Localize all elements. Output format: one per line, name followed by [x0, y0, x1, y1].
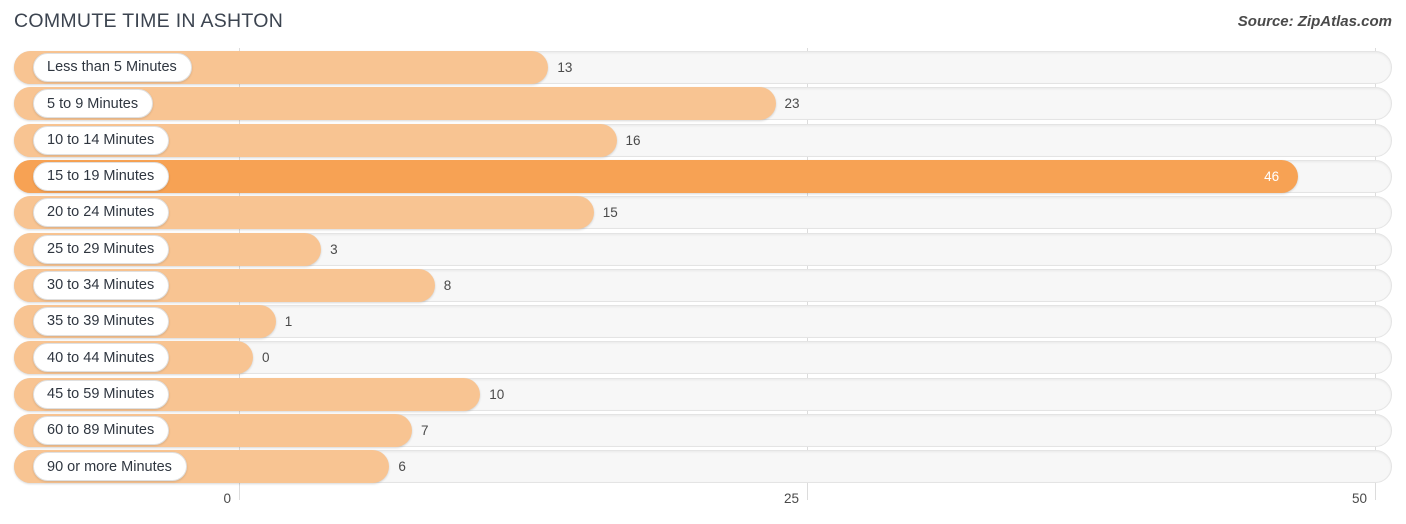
bar-category-label-text: 30 to 34 Minutes	[47, 277, 155, 294]
axis-tick	[1375, 486, 1376, 500]
bar-category-label-text: 60 to 89 Minutes	[47, 422, 155, 439]
bar[interactable]	[14, 159, 1299, 193]
bar-category-label-text: 5 to 9 Minutes	[47, 95, 139, 112]
bar-category-label: 5 to 9 Minutes	[33, 89, 154, 119]
bar-row[interactable]: 90 or more Minutes 6	[0, 450, 1406, 484]
page-title: COMMUTE TIME IN ASHTON	[14, 10, 284, 32]
bar-category-label-text: 40 to 44 Minutes	[47, 349, 155, 366]
bar-value-label: 13	[557, 60, 573, 75]
axis-tick-label: 0	[223, 491, 231, 506]
bar-row[interactable]: 20 to 24 Minutes 15	[0, 196, 1406, 230]
bar-value-label: 46	[1264, 168, 1280, 184]
bar-category-label: Less than 5 Minutes	[33, 53, 192, 82]
axis-tick	[239, 486, 240, 500]
bar-row[interactable]: 25 to 29 Minutes 3	[0, 232, 1406, 266]
bar-value-label: 7	[421, 423, 429, 438]
bar-category-label-text: 45 to 59 Minutes	[47, 385, 155, 402]
bar-category-label-text: Less than 5 Minutes	[47, 59, 177, 76]
bar-category-label-text: 10 to 14 Minutes	[47, 131, 155, 148]
bar-category-label: 20 to 24 Minutes	[33, 198, 170, 228]
bar-category-label: 90 or more Minutes	[33, 452, 187, 482]
bar-category-label: 30 to 34 Minutes	[33, 270, 170, 300]
chart-page: COMMUTE TIME IN ASHTON Source: ZipAtlas.…	[0, 0, 1406, 524]
bar-category-label: 60 to 89 Minutes	[33, 416, 170, 445]
bar-value-label: 6	[398, 459, 406, 475]
bar-row[interactable]: 5 to 9 Minutes 23	[0, 87, 1406, 121]
bar-value-label: 15	[602, 205, 618, 221]
bar-value-label: 10	[489, 386, 505, 402]
bar-row[interactable]: 45 to 59 Minutes 10	[0, 377, 1406, 411]
bar-category-label: 35 to 39 Minutes	[33, 307, 170, 337]
x-axis: 0 25 50	[0, 486, 1406, 524]
bar-category-label-text: 90 or more Minutes	[47, 458, 172, 475]
bar-value-label: 0	[262, 350, 270, 366]
bar-row[interactable]: 40 to 44 Minutes 0	[0, 341, 1406, 375]
bar-value-label: 1	[284, 314, 293, 330]
bar-category-label-text: 15 to 19 Minutes	[47, 168, 155, 185]
bar-row[interactable]: 60 to 89 Minutes 7	[0, 414, 1406, 447]
source-attribution: Source: ZipAtlas.com	[1237, 13, 1392, 30]
bar-value-label: 23	[784, 96, 800, 112]
bar-row[interactable]: 15 to 19 Minutes 46	[0, 159, 1406, 193]
axis-tick	[807, 486, 808, 500]
bar-category-label: 10 to 14 Minutes	[33, 125, 170, 155]
axis-tick-label: 50	[1351, 491, 1367, 506]
bar-value-label: 3	[330, 241, 338, 257]
axis-tick-label: 25	[783, 491, 799, 506]
bar-category-label-text: 25 to 29 Minutes	[47, 240, 155, 257]
bar-value-label: 8	[443, 277, 452, 293]
bar-category-label-text: 20 to 24 Minutes	[47, 204, 155, 221]
bar-row[interactable]: Less than 5 Minutes 13	[0, 51, 1406, 84]
plot-area: Less than 5 Minutes 13 5 to 9 Minutes 23 10 …	[0, 48, 1406, 486]
bar-category-label: 25 to 29 Minutes	[33, 234, 170, 264]
bar-row[interactable]: 10 to 14 Minutes 16	[0, 123, 1406, 157]
bar-row[interactable]: 30 to 34 Minutes 8	[0, 268, 1406, 302]
bar-category-label: 15 to 19 Minutes	[33, 161, 170, 191]
bar-row[interactable]: 35 to 39 Minutes 1	[0, 305, 1406, 339]
bar-value-label: 16	[625, 132, 641, 148]
bar-category-label-text: 35 to 39 Minutes	[47, 313, 155, 330]
bar-category-label: 45 to 59 Minutes	[33, 379, 170, 409]
bar-category-label: 40 to 44 Minutes	[33, 343, 170, 373]
